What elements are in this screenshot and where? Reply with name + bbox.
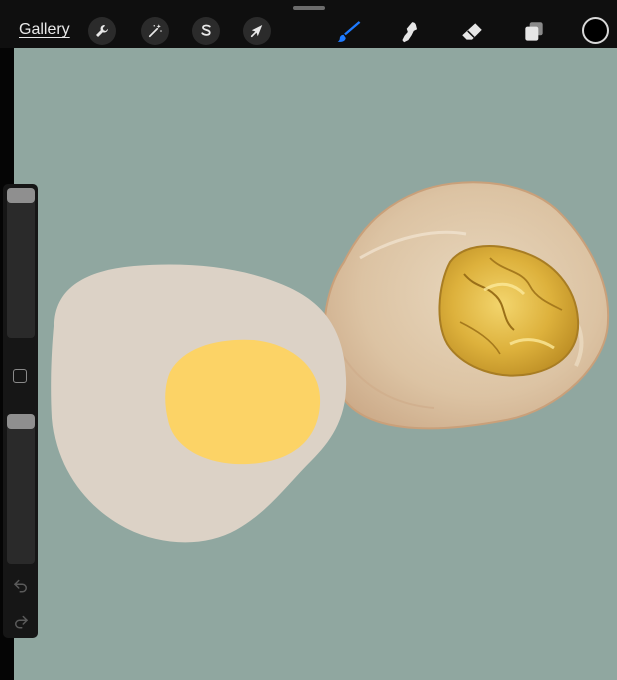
magic-wand-icon — [148, 24, 162, 38]
color-picker-button[interactable] — [582, 17, 609, 44]
selection-s-icon — [201, 24, 211, 36]
wrench-icon — [96, 25, 108, 37]
gallery-button[interactable]: Gallery — [19, 21, 70, 39]
undo-icon[interactable] — [12, 576, 30, 594]
transform-button[interactable] — [243, 17, 271, 45]
top-toolbar: Gallery — [0, 0, 617, 48]
brush-size-thumb[interactable] — [7, 188, 35, 203]
sketch-egg-half — [51, 264, 347, 543]
modifier-square-icon[interactable] — [13, 369, 27, 383]
layers-icon — [525, 22, 543, 41]
toolbar-grabber[interactable] — [293, 6, 325, 10]
smudge-tool[interactable] — [395, 17, 425, 47]
opacity-slider[interactable] — [7, 414, 35, 564]
painted-egg-half — [323, 181, 610, 430]
layers-button[interactable] — [519, 17, 549, 47]
actions-button[interactable] — [88, 17, 116, 45]
brush-tool[interactable] — [334, 17, 364, 47]
artwork-layer — [51, 181, 610, 543]
brush-size-slider[interactable] — [7, 188, 35, 338]
eraser-icon — [462, 23, 482, 40]
selection-button[interactable] — [192, 17, 220, 45]
smudge-icon — [402, 22, 418, 43]
left-sidebar — [3, 184, 38, 638]
eraser-tool[interactable] — [457, 17, 487, 47]
opacity-thumb[interactable] — [7, 414, 35, 429]
drawing-canvas[interactable] — [14, 48, 617, 680]
brush-icon — [337, 21, 361, 42]
adjustments-button[interactable] — [141, 17, 169, 45]
transform-arrow-icon — [250, 25, 263, 38]
redo-icon[interactable] — [12, 612, 30, 630]
